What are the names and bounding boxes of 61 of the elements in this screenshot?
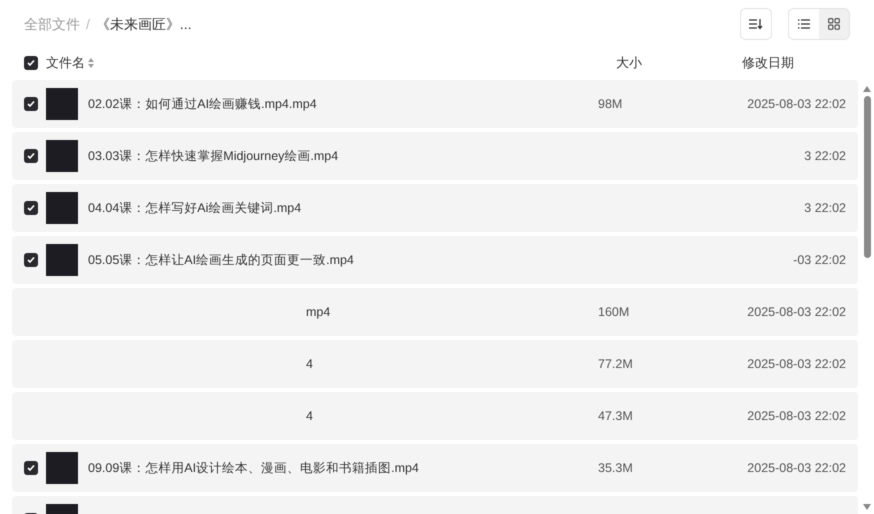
file-name[interactable]: 03.03课：怎样快速掌握Midjourney绘画.mp4 [88,149,338,164]
file-name[interactable]: 04.04课：怎样写好Ai绘画关键词.mp4 [88,201,302,216]
video-thumbnail [46,192,78,224]
video-thumbnail [46,452,78,484]
list-view-button[interactable] [789,9,819,39]
checkbox[interactable] [24,97,38,111]
breadcrumb-separator: / [86,14,90,34]
modified-date: 3 22:02 [804,148,846,165]
file-name[interactable]: 09.09课：怎样用AI设计绘本、漫画、电影和书籍插图.mp4 [88,461,419,476]
file-row[interactable]: 03.03课：怎样快速掌握Midjourney绘画.mp4 3 22:02 [12,132,858,180]
file-name[interactable]: mp4 [306,305,330,320]
modified-date: 3 22:02 [804,200,846,217]
file-name[interactable]: 4 [306,357,313,372]
video-thumbnail [46,140,78,172]
file-name[interactable]: 4 [306,409,313,424]
modified-date: -03 22:02 [793,252,846,269]
sort-icon [749,18,763,30]
file-row[interactable]: 4 77.2M 2025-08-03 22:02 [12,340,858,388]
scroll-up-icon[interactable] [863,86,871,92]
scroll-down-icon[interactable] [863,504,871,510]
file-row[interactable]: 05.05课：怎样让AI绘画生成的页面更一致.mp4 -03 22:02 [12,236,858,284]
check-icon [27,464,35,472]
grid-icon [828,18,840,30]
modified-date: 2025-08-03 22:02 [747,408,846,425]
modified-date: 2025-08-03 22:02 [747,356,846,373]
checkbox[interactable] [24,253,38,267]
check-icon [27,256,35,264]
list-icon [798,19,810,29]
name-column-header[interactable]: 文件名 [46,53,85,73]
file-size: 77.2M [598,357,633,372]
file-size: 47.3M [598,409,633,424]
size-column-header[interactable]: 大小 [616,53,642,73]
date-column-header[interactable]: 修改日期 [742,53,794,73]
modified-date: 2025-08-03 22:02 [747,96,846,113]
file-row[interactable]: mp4 160M 2025-08-03 22:02 [12,288,858,336]
sort-button[interactable] [740,8,772,40]
sort-arrows-icon[interactable] [88,58,94,68]
check-icon [27,100,35,108]
check-icon [27,204,35,212]
check-icon [27,59,35,67]
file-row[interactable]: 09.09课：怎样用AI设计绘本、漫画、电影和书籍插图.mp4 35.3M 2025-08-03 22:02 [12,444,858,492]
modified-date: 2025-08-03 22:02 [747,304,846,321]
video-thumbnail [46,88,78,120]
file-name[interactable]: 02.02课：如何通过AI绘画赚钱.mp4.mp4 [88,97,317,112]
scrollbar-thumb[interactable] [864,96,870,258]
checkbox[interactable] [24,56,38,70]
modified-date: 2025-08-03 22:02 [747,460,846,477]
checkbox[interactable] [24,149,38,163]
file-size: 35.3M [598,461,633,476]
file-row[interactable]: 4 47.3M 2025-08-03 22:02 [12,392,858,440]
file-size: 98M [598,97,622,112]
check-icon [27,152,35,160]
breadcrumb-item[interactable]: 《未来画匠》... [96,14,192,34]
file-size: 160M [598,305,630,320]
video-thumbnail [46,244,78,276]
checkbox[interactable] [24,201,38,215]
scrollbar[interactable] [862,86,872,510]
file-row[interactable]: 02.02课：如何通过AI绘画赚钱.mp4.mp4 98M 2025-08-03 22:02 [12,80,858,128]
file-row[interactable]: 04.04课：怎样写好Ai绘画关键词.mp4 3 22:02 [12,184,858,232]
checkbox[interactable] [24,461,38,475]
file-name[interactable]: 05.05课：怎样让AI绘画生成的页面更一致.mp4 [88,253,354,268]
